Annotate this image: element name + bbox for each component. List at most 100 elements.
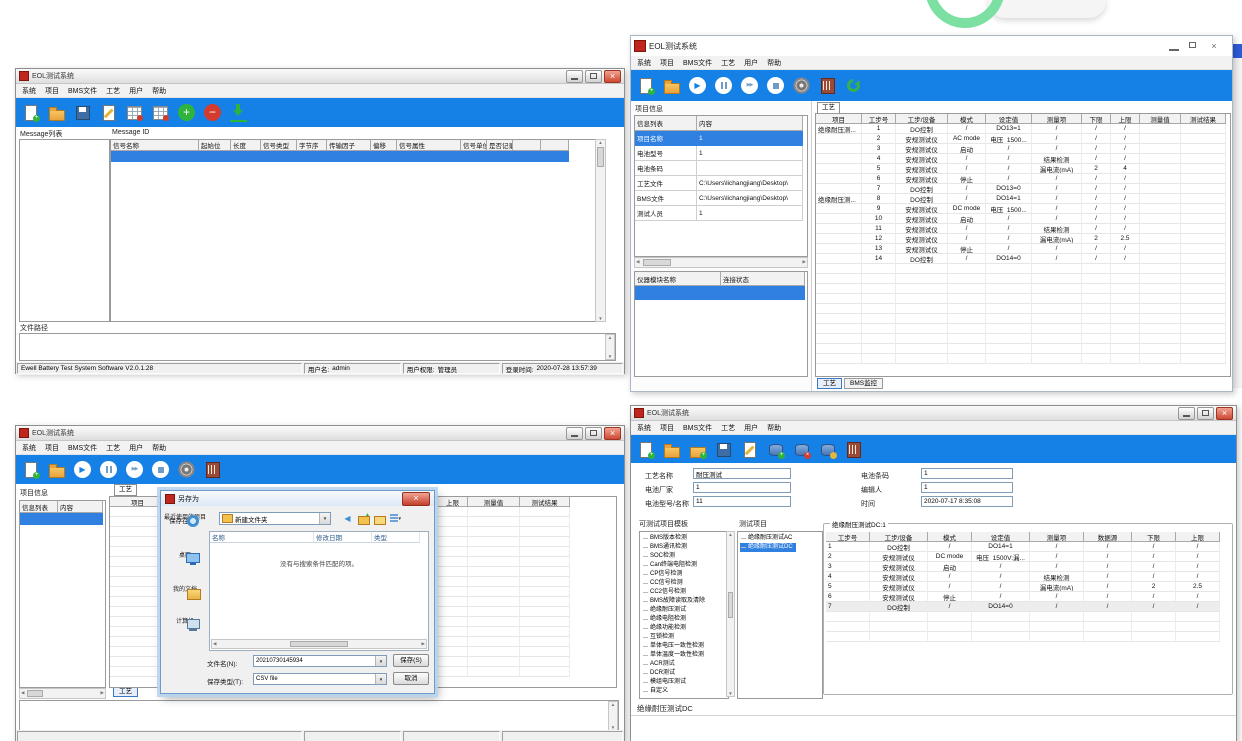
menu-item[interactable]: 工艺	[721, 423, 735, 433]
table-row[interactable]	[816, 274, 1230, 284]
new-file-icon[interactable]	[637, 441, 654, 458]
db-add-icon[interactable]	[767, 441, 784, 458]
battery-barcode-input[interactable]	[921, 468, 1013, 479]
maximize-button[interactable]	[585, 70, 602, 83]
table-row[interactable]	[816, 294, 1230, 304]
stop-icon[interactable]	[152, 461, 169, 478]
forward-icon[interactable]	[126, 461, 143, 478]
menu-item[interactable]: BMS文件	[683, 423, 712, 433]
stop-icon[interactable]	[767, 77, 784, 94]
menu-item[interactable]: 用户	[129, 86, 143, 96]
menu-item[interactable]: 系统	[637, 58, 651, 68]
template-scrollbar[interactable]	[726, 531, 735, 697]
minimize-button[interactable]	[1178, 407, 1195, 420]
menu-item[interactable]: 帮助	[152, 443, 166, 453]
menu-item[interactable]: 工艺	[106, 443, 120, 453]
dialog-close-button[interactable]	[402, 492, 430, 506]
save-icon[interactable]	[715, 441, 732, 458]
table-row[interactable]	[816, 284, 1230, 294]
list-item[interactable]: BMS通讯检测	[642, 543, 690, 552]
menu-item[interactable]: 系统	[22, 443, 36, 453]
list-item[interactable]: CC信号检测	[642, 579, 686, 588]
table-row[interactable]	[111, 151, 595, 162]
list-item[interactable]: CC2信号检测	[642, 588, 689, 597]
table-row[interactable]	[816, 324, 1230, 334]
open-folder-icon[interactable]	[48, 104, 65, 121]
table-row[interactable]	[826, 622, 1220, 632]
titlebar[interactable]: EOL测试系统	[631, 406, 1236, 421]
table-row[interactable]: 绝缘耐压测...8DO控制/DO14=1///	[816, 194, 1230, 204]
menu-item[interactable]: BMS文件	[68, 443, 97, 453]
new-folder-icon[interactable]	[373, 512, 386, 525]
combo-dropdown-arrow-icon[interactable]	[375, 674, 386, 684]
edit-icon[interactable]	[741, 441, 758, 458]
add-icon[interactable]	[178, 104, 195, 121]
horizontal-scrollbar[interactable]	[634, 257, 808, 268]
menu-item[interactable]: BMS文件	[683, 58, 712, 68]
table-row[interactable]: 2安规测试仪DC mode电压_1500V:漏...////	[826, 552, 1220, 562]
table-row[interactable]: 电池条码	[635, 161, 807, 176]
open-folder-icon[interactable]	[48, 461, 65, 478]
table-row[interactable]	[816, 354, 1230, 364]
new-file-icon[interactable]	[22, 104, 39, 121]
place-desktop[interactable]: 桌面	[163, 553, 207, 560]
table-row[interactable]: 12安规测试仪//漏电流(mA)22.5	[816, 234, 1230, 244]
close-button[interactable]	[604, 70, 621, 83]
list-item[interactable]: DCR测试	[642, 669, 678, 678]
place-recent[interactable]: 最近使用的项目	[163, 515, 207, 522]
pause-icon[interactable]	[715, 77, 732, 94]
list-item[interactable]: BMS版本检测	[642, 534, 690, 543]
tab-2[interactable]: BMS监控	[844, 378, 883, 389]
list-item[interactable]: SOC检测	[642, 552, 678, 561]
titlebar[interactable]: EOL测试系统	[16, 69, 624, 84]
pause-icon[interactable]	[100, 461, 117, 478]
new-file-icon[interactable]	[637, 77, 654, 94]
table-row[interactable]: 9安规测试仪DC mode电压_1500...///	[816, 204, 1230, 214]
editor-input[interactable]	[921, 482, 1013, 493]
maximize-button[interactable]	[585, 427, 602, 440]
close-button[interactable]	[1205, 40, 1223, 53]
file-list-scrollbar[interactable]	[211, 639, 427, 649]
open-folder-icon[interactable]	[663, 77, 680, 94]
edit-icon[interactable]	[100, 104, 117, 121]
table-row[interactable]: 2安规测试仪AC mode电压_1500...///	[816, 134, 1230, 144]
horizontal-scrollbar[interactable]	[19, 688, 106, 699]
remove-icon[interactable]	[204, 104, 221, 121]
file-list[interactable]: 名称修改日期类型 没有与搜索条件匹配的项。	[209, 531, 429, 651]
list-item[interactable]: 绝缘耐压测试	[642, 606, 689, 615]
table-row[interactable]: 7DO控制/DO13=0///	[816, 184, 1230, 194]
table-row[interactable]: 3安规测试仪启动/////	[826, 562, 1220, 572]
download-icon[interactable]	[230, 103, 247, 122]
dialog-titlebar[interactable]: 另存为	[161, 491, 434, 506]
battery-maker-input[interactable]	[693, 482, 791, 493]
menu-item[interactable]: 工艺	[106, 86, 120, 96]
table-row[interactable]: 6安规测试仪停止/////	[826, 592, 1220, 602]
list-item[interactable]: 绝缘电阻检测	[642, 615, 689, 624]
message-list-panel[interactable]	[19, 139, 110, 322]
time-input[interactable]	[921, 496, 1013, 507]
table-row[interactable]	[816, 344, 1230, 354]
combo-dropdown-arrow-icon[interactable]	[319, 513, 330, 524]
titlebar[interactable]: EOL测试系统	[631, 36, 1232, 56]
place-documents[interactable]: 我的文档	[163, 587, 207, 594]
play-icon[interactable]	[74, 461, 91, 478]
menu-item[interactable]: 项目	[660, 58, 674, 68]
table-row[interactable]	[20, 513, 105, 525]
filename-combo[interactable]: 20210730145934	[253, 655, 387, 667]
list-item[interactable]: 绝缘功能检测	[642, 624, 689, 633]
battery-model-input[interactable]	[693, 496, 791, 507]
menu-item[interactable]: 用户	[744, 423, 758, 433]
db-edit-icon[interactable]	[819, 441, 836, 458]
list-item[interactable]: CP信号检测	[642, 570, 685, 579]
cd-icon[interactable]	[178, 461, 195, 478]
process-name-input[interactable]	[693, 468, 791, 479]
minimize-button[interactable]	[566, 427, 583, 440]
table-row[interactable]: 10安规测试仪启动////	[816, 214, 1230, 224]
play-icon[interactable]	[689, 77, 706, 94]
meter-icon[interactable]	[845, 441, 862, 458]
list-item[interactable]: 绝缘耐压测试DC	[740, 543, 796, 552]
list-item[interactable]: ACR测试	[642, 660, 678, 669]
titlebar[interactable]: EOL测试系统	[16, 426, 624, 441]
table-row[interactable]: 5安规测试仪//漏电流(mA)24	[816, 164, 1230, 174]
db-remove-icon[interactable]	[793, 441, 810, 458]
